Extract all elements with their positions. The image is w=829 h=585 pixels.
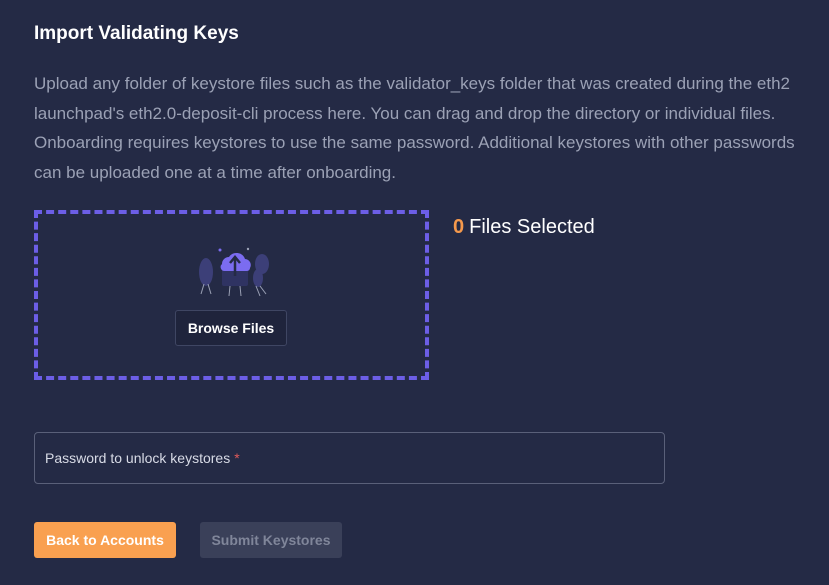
browse-files-button[interactable]: Browse Files bbox=[175, 310, 287, 346]
back-to-accounts-button[interactable]: Back to Accounts bbox=[34, 522, 176, 558]
submit-keystores-button[interactable]: Submit Keystores bbox=[200, 522, 342, 558]
files-selected-label: Files Selected bbox=[469, 216, 595, 238]
import-keys-page: Import Validating Keys Upload any folder… bbox=[0, 0, 829, 585]
file-dropzone[interactable]: Browse Files bbox=[34, 210, 429, 380]
files-selected-status: 0 Files Selected bbox=[453, 216, 595, 239]
files-selected-count: 0 bbox=[453, 216, 465, 238]
page-title: Import Validating Keys bbox=[34, 23, 239, 44]
cloud-upload-icon bbox=[199, 247, 269, 297]
page-description: Upload any folder of keystore files such… bbox=[34, 74, 795, 182]
password-input[interactable] bbox=[35, 433, 664, 483]
password-field[interactable]: Password to unlock keystores * bbox=[34, 432, 665, 484]
